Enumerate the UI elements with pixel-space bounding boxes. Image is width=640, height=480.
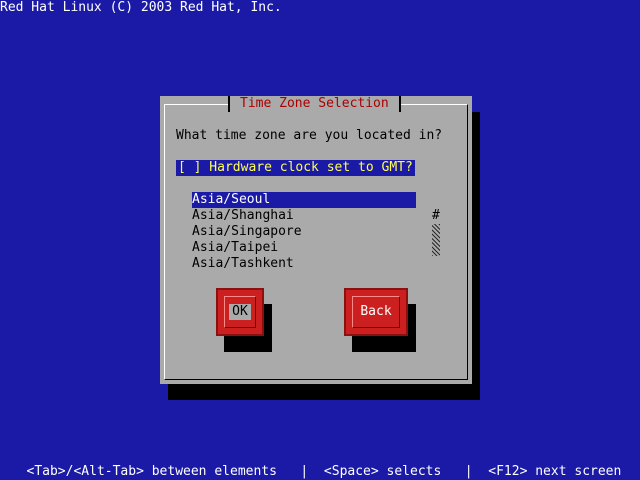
timezone-question: What time zone are you located in? [176,128,443,143]
scrollbar-thumb[interactable]: # [432,208,440,224]
timezone-list-item[interactable]: Asia/Taipei [192,240,416,256]
timezone-list-item[interactable]: Asia/Seoul [192,192,416,208]
back-button-face: Back [352,296,400,328]
back-button-label: Back [360,304,392,319]
back-button[interactable]: Back [344,288,408,336]
timezone-list[interactable]: Asia/Seoul Asia/Shanghai Asia/Singapore … [192,192,416,272]
timezone-list-item[interactable]: Asia/Tashkent [192,256,416,272]
screen-title: Red Hat Linux (C) 2003 Red Hat, Inc. [0,0,282,15]
keyboard-help-line: <Tab>/<Alt-Tab> between elements | <Spac… [18,464,622,479]
ok-button-label: OK [229,304,251,320]
time-zone-dialog: Time Zone Selection What time zone are y… [160,96,472,384]
timezone-list-item[interactable]: Asia/Shanghai [192,208,416,224]
dialog-title: Time Zone Selection [228,96,401,112]
gmt-clock-checkbox[interactable]: [ ] Hardware clock set to GMT? [176,160,415,176]
timezone-list-item[interactable]: Asia/Singapore [192,224,416,240]
timezone-scrollbar[interactable]: # [432,208,440,256]
ok-button[interactable]: OK [216,288,264,336]
ok-button-face: OK [224,296,256,328]
scrollbar-track[interactable] [432,224,440,256]
